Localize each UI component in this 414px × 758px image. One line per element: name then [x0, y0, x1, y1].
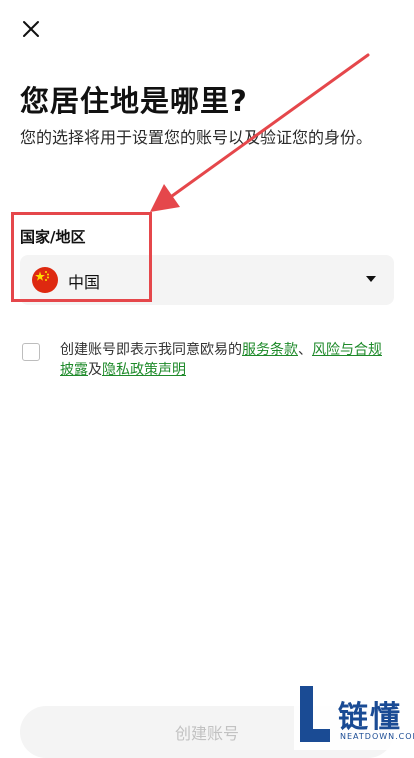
- country-select-value: 中国: [68, 273, 101, 292]
- china-flag-icon: [32, 267, 58, 293]
- page-title: 您居住地是哪里?: [20, 84, 248, 118]
- close-icon: [23, 21, 39, 37]
- terms-conjunction: 及: [88, 362, 102, 378]
- terms-prefix: 创建账号即表示我同意欧易的: [60, 342, 242, 358]
- terms-of-service-link[interactable]: 服务条款: [242, 342, 298, 358]
- terms-checkbox[interactable]: [22, 343, 40, 361]
- country-select[interactable]: 中国: [20, 255, 394, 305]
- caret-down-icon: [366, 276, 376, 282]
- watermark: 链懂 NEATDOWN.COM: [294, 682, 414, 750]
- country-field-label: 国家/地区: [20, 228, 86, 246]
- create-account-button-label: 创建账号: [174, 724, 239, 743]
- terms-text: 创建账号即表示我同意欧易的服务条款、风险与合规披露及隐私政策声明: [60, 340, 394, 380]
- watermark-brand-en: NEATDOWN.COM: [340, 732, 414, 741]
- watermark-brand-cn: 链懂: [338, 700, 402, 735]
- privacy-policy-link[interactable]: 隐私政策声明: [102, 362, 186, 378]
- terms-separator: 、: [298, 342, 312, 358]
- watermark-logo-mark: [300, 686, 330, 742]
- page-subtitle: 您的选择将用于设置您的账号以及验证您的身份。: [20, 128, 373, 147]
- close-button[interactable]: [18, 16, 44, 42]
